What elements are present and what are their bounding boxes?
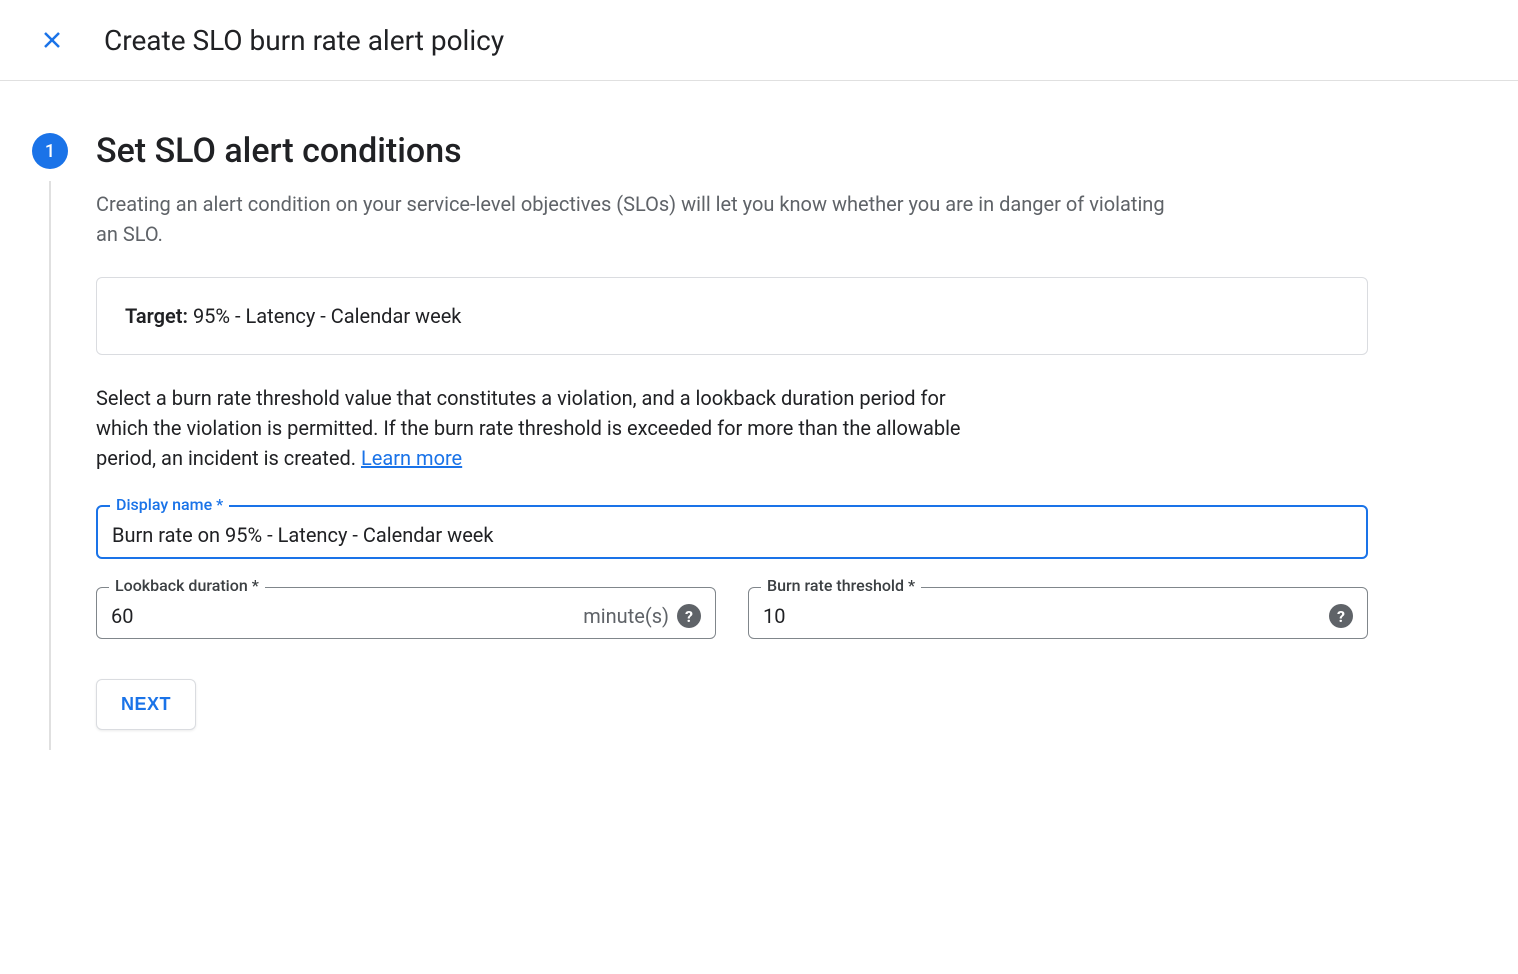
page-header: Create SLO burn rate alert policy	[0, 0, 1518, 81]
threshold-field[interactable]: Burn rate threshold * ?	[748, 587, 1368, 639]
target-label: Target:	[125, 304, 188, 328]
target-box: Target: 95% - Latency - Calendar week	[96, 277, 1368, 355]
lookback-suffix: minute(s)	[583, 604, 669, 628]
page-title: Create SLO burn rate alert policy	[104, 24, 504, 57]
stepper-line	[49, 181, 51, 750]
step-body: Set SLO alert conditions Creating an ale…	[96, 131, 1368, 730]
instruction-text: Select a burn rate threshold value that …	[96, 383, 996, 473]
step-number-badge: 1	[32, 133, 68, 169]
step-title: Set SLO alert conditions	[96, 131, 1368, 171]
learn-more-link[interactable]: Learn more	[361, 446, 462, 470]
close-button[interactable]	[32, 20, 72, 60]
lookback-input[interactable]	[111, 604, 575, 628]
field-row: Lookback duration * minute(s) ? Burn rat…	[96, 587, 1368, 639]
lookback-field[interactable]: Lookback duration * minute(s) ?	[96, 587, 716, 639]
threshold-col: Burn rate threshold * ?	[748, 587, 1368, 639]
lookback-col: Lookback duration * minute(s) ?	[96, 587, 716, 639]
target-value: 95% - Latency - Calendar week	[188, 304, 461, 328]
instruction-body: Select a burn rate threshold value that …	[96, 386, 961, 470]
threshold-input[interactable]	[763, 604, 1321, 628]
close-icon	[40, 28, 64, 52]
display-name-field[interactable]: Display name *	[96, 505, 1368, 559]
help-icon[interactable]: ?	[677, 604, 701, 628]
help-icon[interactable]: ?	[1329, 604, 1353, 628]
display-name-label: Display name *	[110, 495, 229, 514]
lookback-label: Lookback duration *	[109, 576, 265, 595]
step-description: Creating an alert condition on your serv…	[96, 189, 1176, 249]
step-row: 1 Set SLO alert conditions Creating an a…	[32, 131, 1368, 730]
display-name-input[interactable]	[112, 523, 1352, 547]
next-button[interactable]: NEXT	[96, 679, 196, 730]
content-area: 1 Set SLO alert conditions Creating an a…	[0, 81, 1400, 762]
threshold-label: Burn rate threshold *	[761, 576, 921, 595]
display-name-field-group: Display name *	[96, 505, 1368, 559]
